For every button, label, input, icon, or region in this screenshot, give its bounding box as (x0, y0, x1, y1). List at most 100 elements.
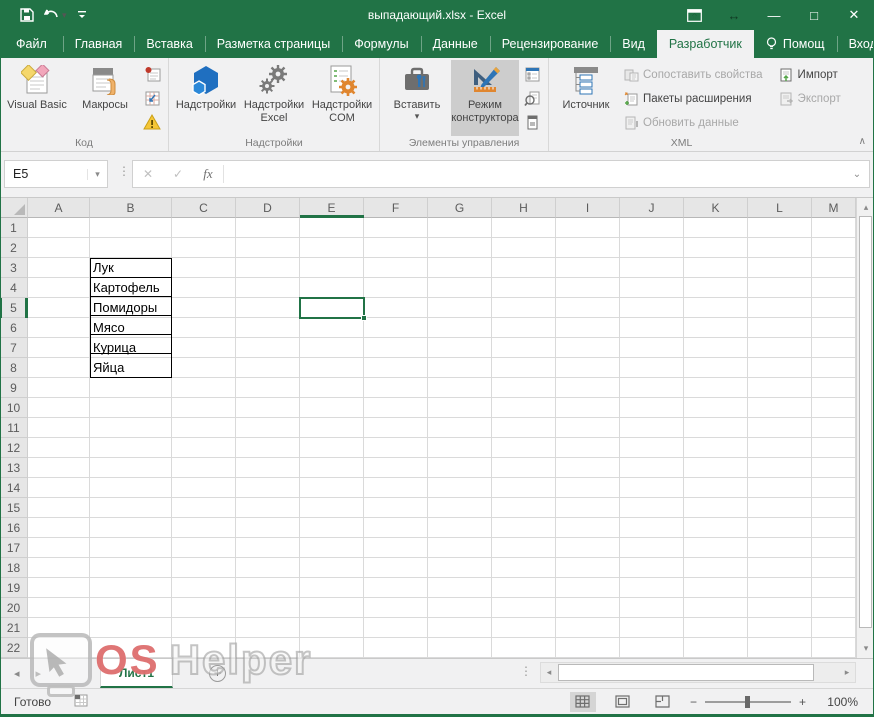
cell-H5[interactable] (492, 298, 556, 318)
vertical-scrollbar[interactable]: ▴ ▾ (856, 198, 874, 658)
row-header-22[interactable]: 22 (0, 638, 28, 658)
cell-J20[interactable] (620, 598, 684, 618)
tab-file[interactable]: Файл (0, 30, 63, 58)
cell-G7[interactable] (428, 338, 492, 358)
row-header-4[interactable]: 4 (0, 278, 28, 298)
refresh-data-button[interactable]: Обновить данные (624, 114, 763, 132)
cell-A7[interactable] (28, 338, 90, 358)
tab-formulas[interactable]: Формулы (342, 30, 420, 58)
cell-G3[interactable] (428, 258, 492, 278)
cell-K10[interactable] (684, 398, 748, 418)
collapse-ribbon-icon[interactable]: ∧ (859, 136, 866, 147)
cell-M14[interactable] (812, 478, 856, 498)
cell-C12[interactable] (172, 438, 236, 458)
cell-A10[interactable] (28, 398, 90, 418)
cell-I2[interactable] (556, 238, 620, 258)
cell-J15[interactable] (620, 498, 684, 518)
cell-C9[interactable] (172, 378, 236, 398)
cell-B14[interactable] (90, 478, 172, 498)
expansion-packs-button[interactable]: Пакеты расширения (624, 90, 763, 108)
cell-I6[interactable] (556, 318, 620, 338)
cell-E7[interactable] (300, 338, 364, 358)
cell-F21[interactable] (364, 618, 428, 638)
column-header-K[interactable]: K (684, 198, 748, 218)
cell-H16[interactable] (492, 518, 556, 538)
cell-H18[interactable] (492, 558, 556, 578)
design-mode-button[interactable]: Режим конструктора (451, 60, 519, 136)
tab-insert[interactable]: Вставка (134, 30, 204, 58)
cell-K4[interactable] (684, 278, 748, 298)
cell-L15[interactable] (748, 498, 812, 518)
cell-L7[interactable] (748, 338, 812, 358)
cell-A13[interactable] (28, 458, 90, 478)
cell-J5[interactable] (620, 298, 684, 318)
cell-F11[interactable] (364, 418, 428, 438)
tab-data[interactable]: Данные (421, 30, 490, 58)
cell-K11[interactable] (684, 418, 748, 438)
column-header-L[interactable]: L (748, 198, 812, 218)
row-header-12[interactable]: 12 (0, 438, 28, 458)
cell-B21[interactable] (90, 618, 172, 638)
cell-F12[interactable] (364, 438, 428, 458)
cell-A11[interactable] (28, 418, 90, 438)
cell-E21[interactable] (300, 618, 364, 638)
cell-M11[interactable] (812, 418, 856, 438)
cell-C16[interactable] (172, 518, 236, 538)
row-header-8[interactable]: 8 (0, 358, 28, 378)
cell-C22[interactable] (172, 638, 236, 658)
select-all-corner[interactable] (0, 198, 28, 218)
cell-G1[interactable] (428, 218, 492, 238)
cell-A8[interactable] (28, 358, 90, 378)
cell-L19[interactable] (748, 578, 812, 598)
cell-C10[interactable] (172, 398, 236, 418)
minimize-button[interactable]: — (754, 0, 794, 30)
cell-A3[interactable] (28, 258, 90, 278)
cell-G8[interactable] (428, 358, 492, 378)
cell-L12[interactable] (748, 438, 812, 458)
zoom-slider[interactable] (705, 701, 791, 703)
cell-D19[interactable] (236, 578, 300, 598)
cell-H13[interactable] (492, 458, 556, 478)
cell-M4[interactable] (812, 278, 856, 298)
cell-C3[interactable] (172, 258, 236, 278)
cell-J3[interactable] (620, 258, 684, 278)
tab-page-layout[interactable]: Разметка страницы (205, 30, 342, 58)
cell-E3[interactable] (300, 258, 364, 278)
cell-E18[interactable] (300, 558, 364, 578)
cell-I17[interactable] (556, 538, 620, 558)
cell-J18[interactable] (620, 558, 684, 578)
customize-qat-icon[interactable] (77, 9, 87, 21)
cell-F22[interactable] (364, 638, 428, 658)
cell-D18[interactable] (236, 558, 300, 578)
zoom-slider-thumb[interactable] (745, 696, 750, 708)
cell-J14[interactable] (620, 478, 684, 498)
cell-D9[interactable] (236, 378, 300, 398)
cell-B10[interactable] (90, 398, 172, 418)
cell-H10[interactable] (492, 398, 556, 418)
cell-C1[interactable] (172, 218, 236, 238)
cell-I3[interactable] (556, 258, 620, 278)
cell-I7[interactable] (556, 338, 620, 358)
cell-F17[interactable] (364, 538, 428, 558)
cell-E20[interactable] (300, 598, 364, 618)
cell-L5[interactable] (748, 298, 812, 318)
cell-D7[interactable] (236, 338, 300, 358)
cell-K3[interactable] (684, 258, 748, 278)
cell-H19[interactable] (492, 578, 556, 598)
cell-L11[interactable] (748, 418, 812, 438)
cell-B20[interactable] (90, 598, 172, 618)
cell-A1[interactable] (28, 218, 90, 238)
cell-H21[interactable] (492, 618, 556, 638)
cell-J12[interactable] (620, 438, 684, 458)
cell-A14[interactable] (28, 478, 90, 498)
cell-D10[interactable] (236, 398, 300, 418)
cell-C2[interactable] (172, 238, 236, 258)
tab-home[interactable]: Главная (63, 30, 135, 58)
cell-K21[interactable] (684, 618, 748, 638)
cell-C11[interactable] (172, 418, 236, 438)
column-header-J[interactable]: J (620, 198, 684, 218)
cell-J4[interactable] (620, 278, 684, 298)
cell-E10[interactable] (300, 398, 364, 418)
ribbon-display-options-icon[interactable] (674, 0, 714, 30)
cell-E16[interactable] (300, 518, 364, 538)
